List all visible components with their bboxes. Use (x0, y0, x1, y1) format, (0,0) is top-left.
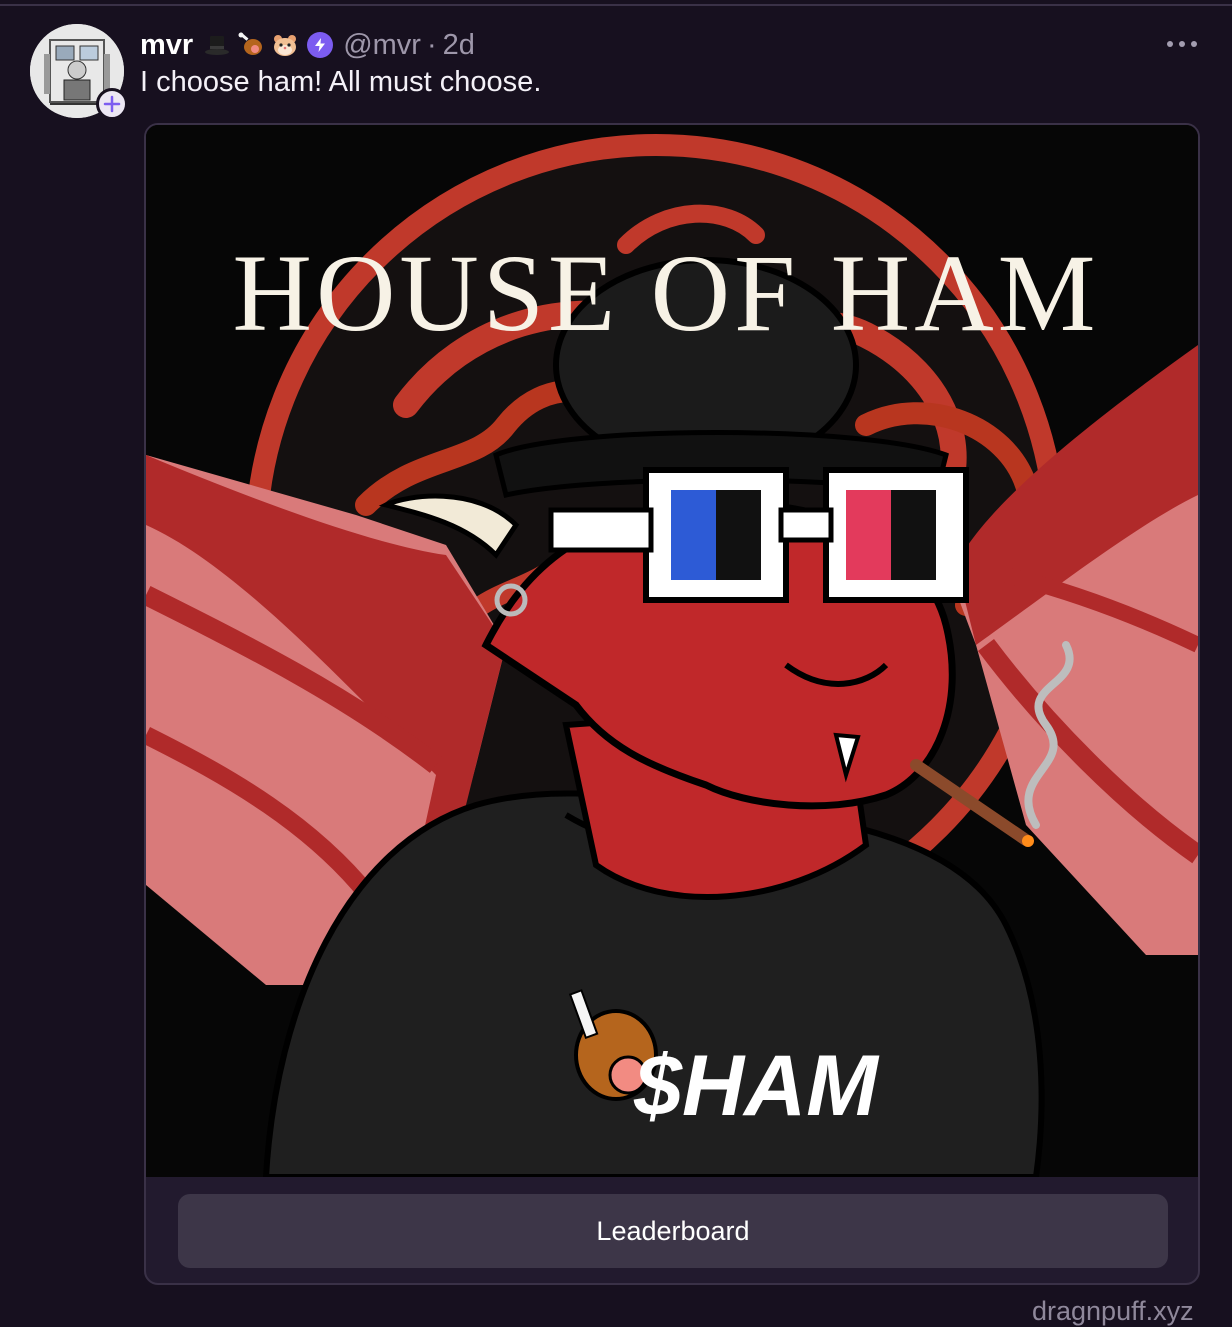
post-timestamp[interactable]: 2d (443, 29, 475, 62)
plus-icon (103, 95, 121, 113)
frame-image[interactable]: HOUSE OF HAM $HAM (146, 125, 1198, 1177)
frame-embed[interactable]: HOUSE OF HAM $HAM Leaderboard (144, 123, 1200, 1285)
lightning-badge-icon (307, 32, 334, 58)
leaderboard-button[interactable]: Leaderboard (178, 1194, 1168, 1268)
more-horizontal-icon (1167, 41, 1173, 47)
image-title-text: HOUSE OF HAM (233, 232, 1100, 354)
post-text: I choose ham! All must choose. (140, 66, 542, 98)
post-header: mvr @mvr · 2d (140, 24, 475, 66)
follow-button[interactable] (96, 88, 128, 120)
separator-dot: · (426, 28, 437, 61)
top-divider (0, 4, 1232, 6)
frame-domain-link[interactable]: dragnpuff.xyz (1032, 1296, 1194, 1327)
meat-on-bone-icon (237, 31, 265, 59)
shirt-text: $HAM (633, 1038, 880, 1134)
more-horizontal-icon (1191, 41, 1197, 47)
top-hat-icon (203, 31, 231, 59)
avatar-container[interactable] (30, 24, 128, 120)
author-handle[interactable]: @mvr (343, 29, 421, 62)
more-options-button[interactable] (1160, 30, 1204, 58)
hamster-icon (271, 31, 299, 59)
author-display-name[interactable]: mvr (140, 29, 193, 62)
more-horizontal-icon (1179, 41, 1185, 47)
